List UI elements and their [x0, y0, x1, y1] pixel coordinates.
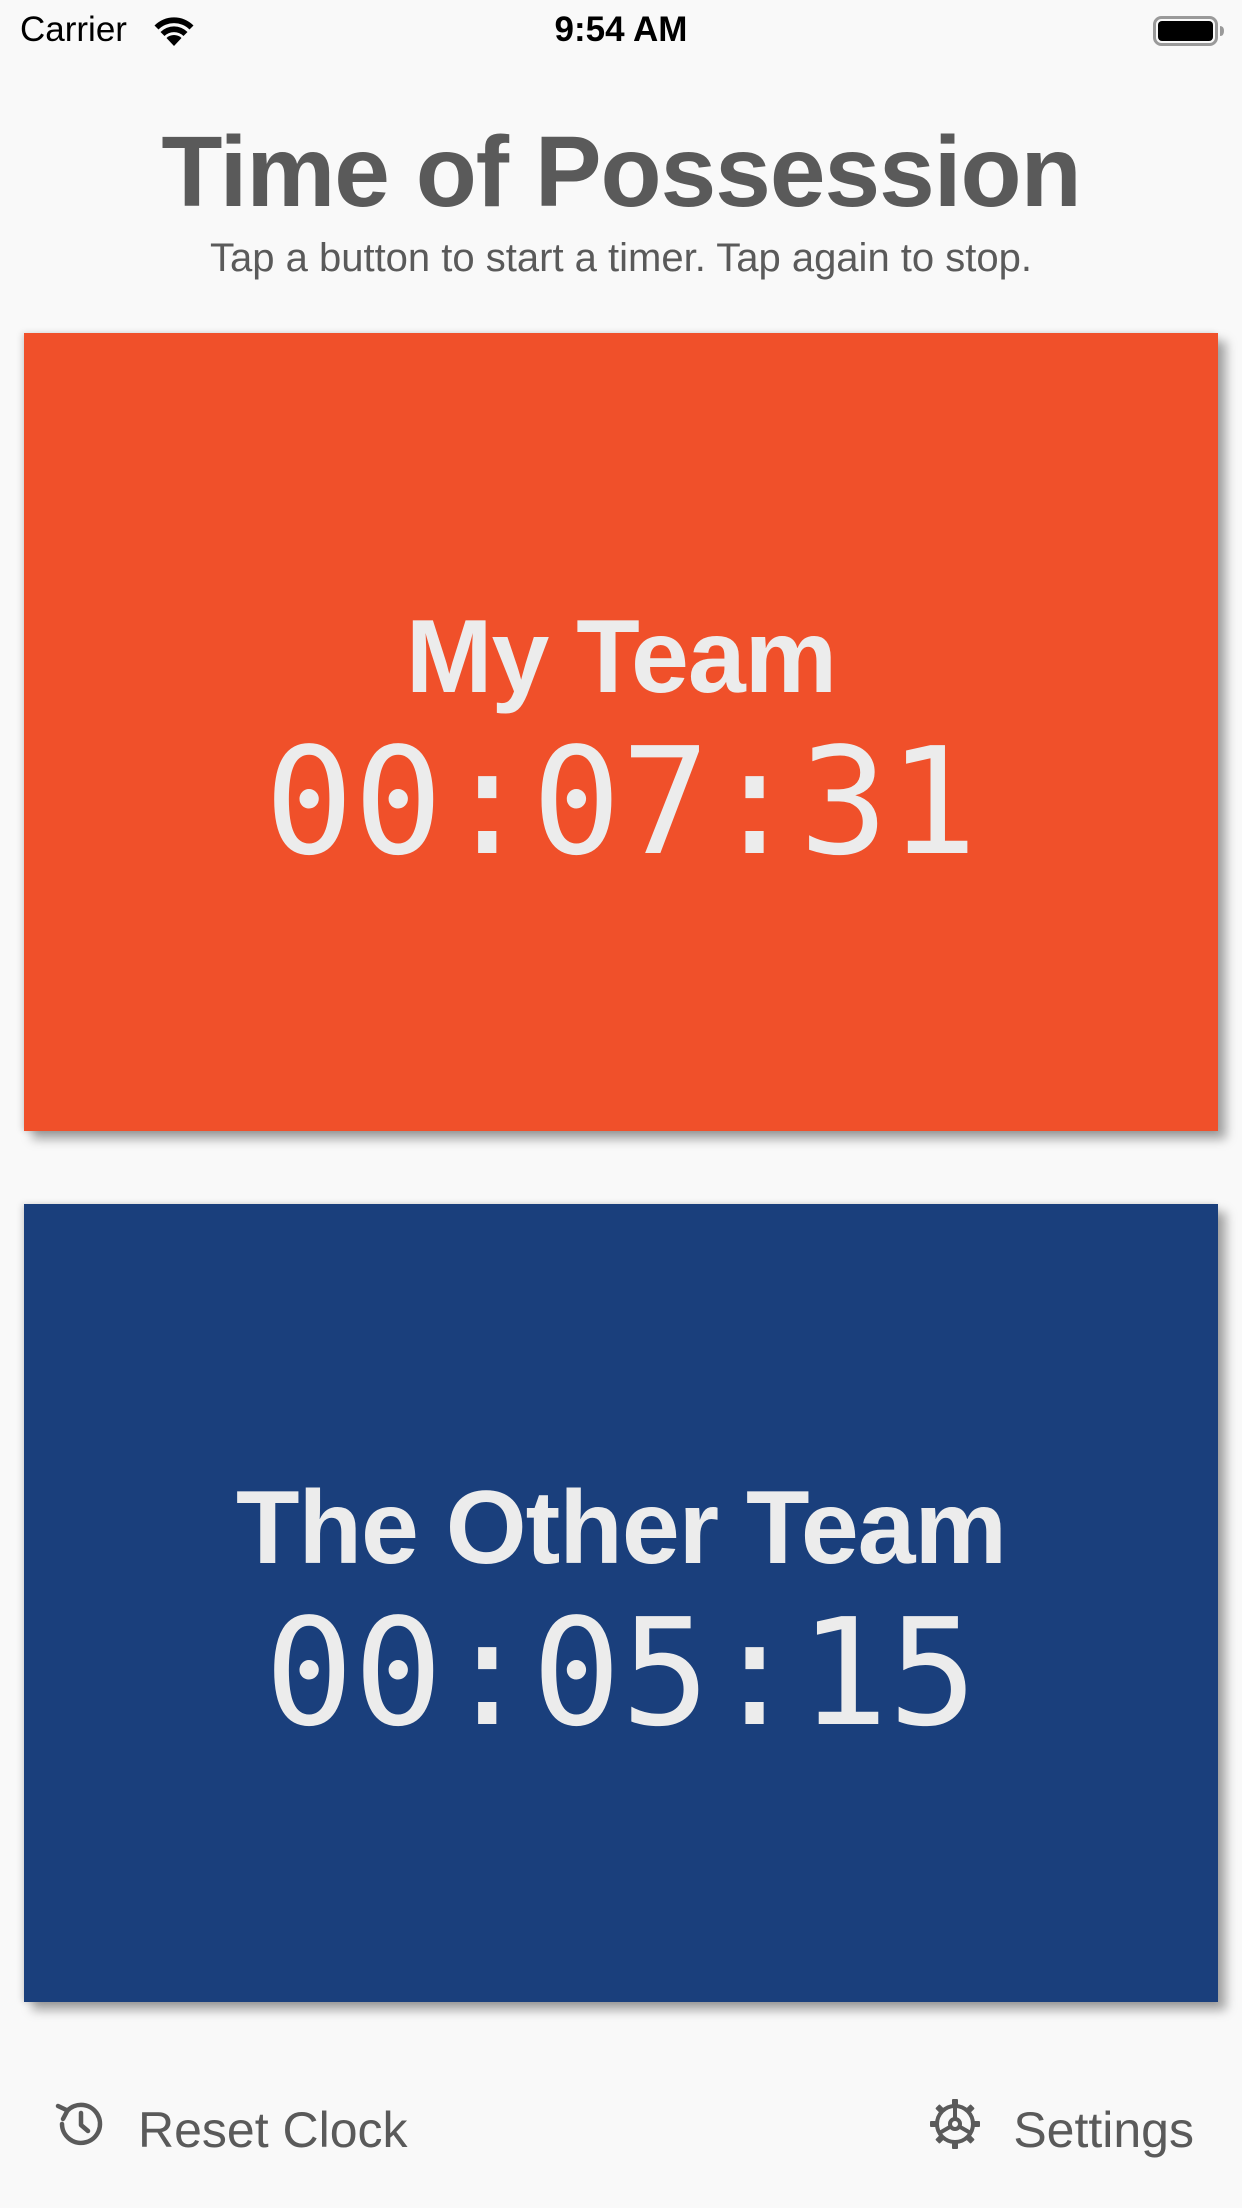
gear-icon	[927, 2096, 1013, 2164]
other-team-timer-button[interactable]: The Other Team 00:05:15	[24, 1204, 1218, 2002]
team-name: The Other Team	[235, 1470, 1007, 1586]
reset-clock-button[interactable]: Reset Clock	[52, 2090, 408, 2170]
status-time: 9:54 AM	[554, 10, 688, 49]
my-team-timer-button[interactable]: My Team 00:07:31	[24, 333, 1218, 1131]
page-subtitle: Tap a button to start a timer. Tap again…	[210, 236, 1032, 280]
settings-button[interactable]: Settings	[927, 2090, 1194, 2170]
settings-label: Settings	[1013, 2102, 1194, 2158]
reset-clock-label: Reset Clock	[138, 2102, 408, 2158]
team-timer: 00:07:31	[264, 716, 978, 888]
history-icon	[52, 2096, 138, 2164]
bottom-toolbar: Reset Clock Settings	[0, 2090, 1242, 2170]
team-name: My Team	[405, 599, 837, 715]
page-title: Time of Possession	[161, 116, 1081, 228]
battery-icon	[1153, 14, 1225, 48]
status-bar: Carrier 9:54 AM	[0, 0, 1242, 62]
team-timer: 00:05:15	[264, 1587, 978, 1759]
header: Time of Possession Tap a button to start…	[0, 112, 1242, 284]
